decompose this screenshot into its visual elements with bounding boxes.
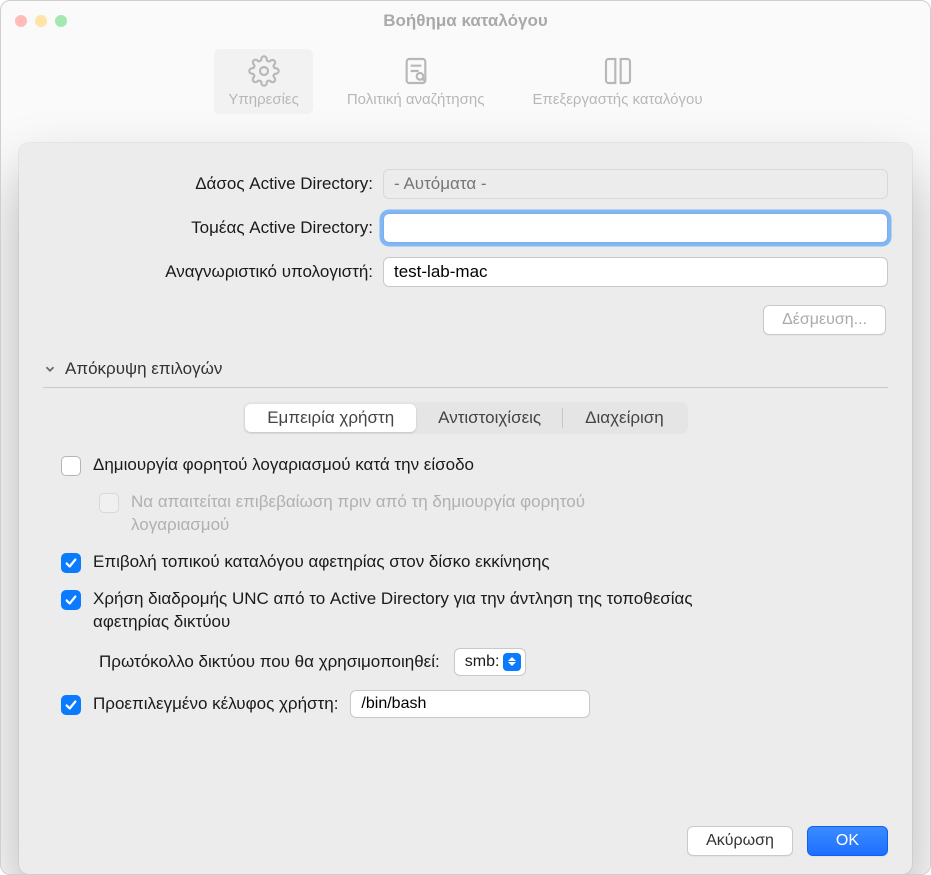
toolbar-label: Πολιτική αναζήτησης — [347, 91, 485, 108]
window-title: Βοήθημα καταλόγου — [1, 11, 930, 31]
main-window: Βοήθημα καταλόγου Υπηρεσίες Πολιτική ανα… — [0, 0, 931, 875]
tab-administrative[interactable]: Διαχείριση — [563, 404, 686, 432]
user-experience-options: Δημιουργία φορητού λογαριασμού κατά την … — [43, 454, 888, 718]
default-shell-label: Προεπιλεγμένο κέλυφος χρήστη: — [93, 694, 338, 714]
titlebar: Βοήθημα καταλόγου — [1, 1, 930, 41]
toolbar-label: Υπηρεσίες — [228, 91, 298, 108]
active-directory-sheet: Δάσος Active Directory: Τομέας Active Di… — [19, 143, 912, 874]
checkmark-icon — [64, 698, 78, 712]
toolbar-search-policy[interactable]: Πολιτική αναζήτησης — [333, 49, 499, 114]
hide-options-toggle[interactable]: Απόκρυψη επιλογών — [43, 359, 888, 379]
checkbox-mobile-account[interactable] — [61, 456, 81, 476]
option-default-shell: Προεπιλεγμένο κέλυφος χρήστη: — [61, 690, 878, 718]
computer-id-label: Αναγνωριστικό υπολογιστή: — [43, 262, 373, 282]
gear-icon — [248, 55, 280, 87]
toolbar: Υπηρεσίες Πολιτική αναζήτησης Επεξεργαστ… — [1, 41, 930, 128]
book-icon — [602, 55, 634, 87]
computer-id-row: Αναγνωριστικό υπολογιστή: — [43, 257, 888, 287]
protocol-value: smb: — [465, 653, 500, 671]
option-label: Δημιουργία φορητού λογαριασμού κατά την … — [93, 454, 474, 477]
sheet-actions: Ακύρωση OK — [687, 826, 888, 856]
domain-input[interactable] — [383, 213, 888, 243]
disclosure-label: Απόκρυψη επιλογών — [65, 359, 222, 379]
toolbar-directory-editor[interactable]: Επεξεργαστής καταλόγου — [518, 49, 716, 114]
protocol-row: Πρωτόκολλο δικτύου που θα χρησιμοποιηθεί… — [99, 648, 878, 676]
tab-mappings[interactable]: Αντιστοιχίσεις — [416, 404, 563, 432]
checkmark-icon — [64, 593, 78, 607]
checkbox-use-unc[interactable] — [61, 590, 81, 610]
checkbox-force-local-home[interactable] — [61, 553, 81, 573]
tab-user-experience[interactable]: Εμπειρία χρήστη — [245, 404, 416, 432]
document-search-icon — [400, 55, 432, 87]
toolbar-services[interactable]: Υπηρεσίες — [214, 49, 312, 114]
option-force-local-home: Επιβολή τοπικού καταλόγου αφετηρίας στον… — [61, 551, 878, 574]
option-label: Χρήση διαδρομής UNC από το Active Direct… — [93, 588, 693, 634]
default-shell-input[interactable] — [350, 690, 590, 718]
checkbox-mobile-confirm — [99, 493, 119, 513]
option-mobile-account: Δημιουργία φορητού λογαριασμού κατά την … — [61, 454, 878, 477]
forest-label: Δάσος Active Directory: — [43, 174, 373, 194]
forest-row: Δάσος Active Directory: — [43, 169, 888, 199]
checkmark-icon — [64, 556, 78, 570]
bind-button[interactable]: Δέσμευση... — [763, 305, 886, 335]
option-label: Επιβολή τοπικού καταλόγου αφετηρίας στον… — [93, 551, 550, 574]
toolbar-label: Επεξεργαστής καταλόγου — [532, 91, 702, 108]
divider — [43, 387, 888, 388]
protocol-label: Πρωτόκολλο δικτύου που θα χρησιμοποιηθεί… — [99, 652, 440, 672]
option-mobile-confirm: Να απαιτείται επιβεβαίωση πριν από τη δη… — [99, 491, 878, 537]
computer-id-input[interactable] — [383, 257, 888, 287]
cancel-button[interactable]: Ακύρωση — [687, 826, 793, 856]
domain-label: Τομέας Active Directory: — [43, 218, 373, 238]
forest-input[interactable] — [383, 169, 888, 199]
domain-row: Τομέας Active Directory: — [43, 213, 888, 243]
option-label: Να απαιτείται επιβεβαίωση πριν από τη δη… — [131, 491, 651, 537]
protocol-select[interactable]: smb: — [454, 648, 527, 676]
options-tabs: Εμπειρία χρήστη Αντιστοιχίσεις Διαχείρισ… — [243, 402, 688, 434]
chevron-down-icon — [43, 362, 57, 376]
option-use-unc: Χρήση διαδρομής UNC από το Active Direct… — [61, 588, 878, 634]
ok-button[interactable]: OK — [807, 826, 888, 856]
checkbox-default-shell[interactable] — [61, 695, 81, 715]
stepper-icon — [503, 653, 521, 671]
